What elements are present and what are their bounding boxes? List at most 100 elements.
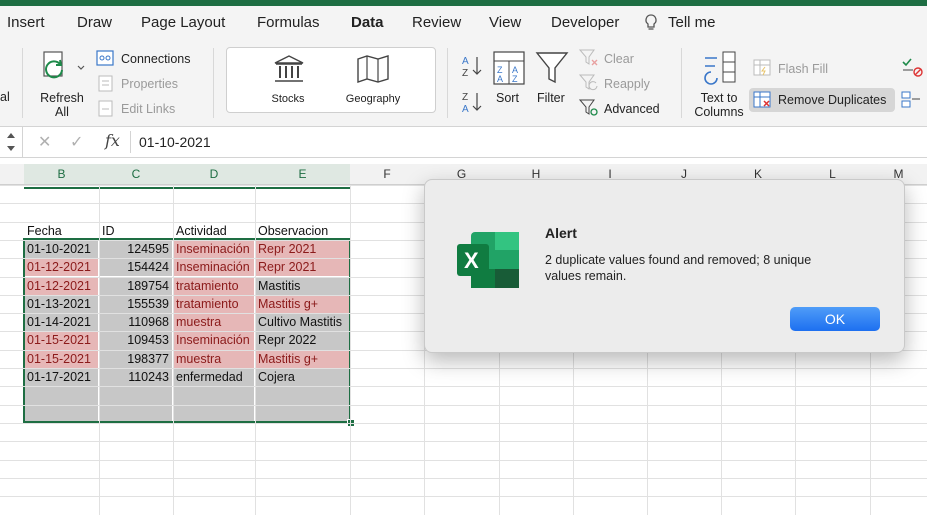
table-cell-id[interactable]: 110968 [99, 314, 172, 332]
table-header-cell[interactable]: Fecha [24, 223, 99, 240]
table-cell-actividad[interactable]: tratamiento [173, 277, 254, 295]
tab-review[interactable]: Review [412, 14, 461, 31]
table-cell-actividad[interactable]: tratamiento [173, 295, 254, 314]
column-header-c[interactable]: C [99, 164, 173, 184]
sort-icon[interactable]: ZAAZ [493, 51, 525, 90]
consolidate-icon[interactable] [901, 90, 923, 115]
table-cell-fecha[interactable]: 01-13-2021 [24, 295, 98, 314]
column-header-b[interactable]: B [24, 164, 99, 184]
table-cell-id[interactable]: 155539 [99, 295, 172, 314]
advanced-button[interactable]: Advanced [604, 102, 660, 116]
stocks-icon[interactable] [273, 54, 305, 89]
flash-fill-icon [753, 59, 773, 82]
sort-az-icon[interactable]: AZ [461, 54, 483, 83]
tab-view[interactable]: View [489, 14, 521, 31]
sort-za-icon[interactable]: ZA [461, 90, 483, 119]
reapply-button[interactable]: Reapply [604, 77, 650, 91]
enter-edit-icon[interactable]: ✓ [70, 132, 83, 152]
remove-duplicates-button[interactable]: Remove Duplicates [749, 88, 895, 112]
empty-selected-cell[interactable] [173, 387, 254, 405]
table-header-cell[interactable]: Observacion [255, 223, 350, 240]
cancel-edit-icon[interactable]: ✕ [38, 132, 51, 152]
empty-selected-cell[interactable] [99, 387, 172, 405]
table-cell-observacion[interactable]: Repr 2022 [255, 332, 349, 350]
table-cell-fecha[interactable]: 01-12-2021 [24, 259, 98, 277]
table-cell-observacion[interactable]: Repr 2021 [255, 259, 349, 277]
tab-insert[interactable]: Insert [7, 14, 45, 31]
table-cell-fecha[interactable]: 01-14-2021 [24, 314, 98, 332]
row-gridline [0, 422, 927, 424]
table-cell-actividad[interactable]: Inseminación [173, 240, 254, 259]
table-header-cell[interactable]: ID [99, 223, 173, 240]
tab-page-layout[interactable]: Page Layout [141, 14, 225, 31]
empty-selected-cell[interactable] [24, 387, 98, 405]
table-cell-actividad[interactable]: muestra [173, 314, 254, 332]
table-cell-fecha[interactable]: 01-15-2021 [24, 332, 98, 350]
column-header-d[interactable]: D [173, 164, 255, 184]
filter-button[interactable]: Filter [537, 91, 565, 105]
text-to-columns-icon[interactable] [701, 50, 737, 91]
tab-formulas[interactable]: Formulas [257, 14, 320, 31]
refresh-all-button-line2[interactable]: All [36, 105, 88, 119]
table-cell-fecha[interactable]: 01-15-2021 [24, 350, 98, 368]
column-header-f[interactable]: F [350, 164, 424, 184]
stocks-button[interactable]: Stocks [257, 93, 319, 105]
row-gridline [0, 459, 927, 461]
table-cell-id[interactable]: 154424 [99, 259, 172, 277]
tell-me-search[interactable]: Tell me [668, 14, 716, 31]
tab-developer[interactable]: Developer [551, 14, 619, 31]
table-cell-observacion[interactable]: Mastitis g+ [255, 295, 349, 314]
table-cell-actividad[interactable]: muestra [173, 350, 254, 368]
properties-button[interactable]: Properties [121, 77, 178, 91]
table-cell-observacion[interactable]: Mastitis [255, 277, 349, 295]
tab-draw[interactable]: Draw [77, 14, 112, 31]
refresh-all-icon[interactable] [40, 50, 86, 91]
name-box-stepper[interactable] [0, 127, 23, 157]
insert-function-button[interactable]: fx [105, 131, 120, 150]
empty-selected-cell[interactable] [255, 405, 349, 423]
excel-app-icon: X [455, 230, 521, 295]
edit-links-button[interactable]: Edit Links [121, 102, 175, 116]
sort-button[interactable]: Sort [496, 91, 519, 105]
ribbon-edge-label: al [0, 90, 10, 104]
text-to-columns-button-line2[interactable]: Columns [690, 105, 748, 119]
filter-icon[interactable] [535, 51, 569, 90]
svg-text:A: A [497, 74, 503, 84]
table-cell-fecha[interactable]: 01-12-2021 [24, 277, 98, 295]
table-cell-observacion[interactable]: Cultivo Mastitis [255, 314, 349, 332]
dialog-title: Alert [545, 225, 577, 241]
ok-button[interactable]: OK [790, 307, 880, 331]
table-cell-actividad[interactable]: Inseminación [173, 332, 254, 350]
table-cell-observacion[interactable]: Mastitis g+ [255, 350, 349, 368]
svg-text:A: A [462, 56, 469, 67]
separator [130, 131, 131, 153]
refresh-all-button[interactable]: Refresh [36, 91, 88, 105]
geography-icon[interactable] [356, 54, 390, 89]
table-cell-actividad[interactable]: Inseminación [173, 259, 254, 277]
table-cell-id[interactable]: 189754 [99, 277, 172, 295]
table-cell-id[interactable]: 124595 [99, 240, 172, 259]
empty-selected-cell[interactable] [24, 405, 98, 423]
formula-input[interactable]: 01-10-2021 [139, 134, 211, 150]
row-gridline [0, 441, 927, 443]
table-cell-fecha[interactable]: 01-17-2021 [24, 369, 98, 387]
tab-data[interactable]: Data [351, 14, 384, 31]
empty-selected-cell[interactable] [255, 387, 349, 405]
table-cell-id[interactable]: 198377 [99, 350, 172, 368]
flash-fill-button[interactable]: Flash Fill [778, 62, 828, 76]
column-header-e[interactable]: E [255, 164, 350, 184]
table-cell-actividad[interactable]: enfermedad [173, 369, 254, 387]
text-to-columns-button[interactable]: Text to [690, 91, 748, 105]
table-cell-observacion[interactable]: Repr 2021 [255, 240, 349, 259]
clear-button[interactable]: Clear [604, 52, 634, 66]
geography-button[interactable]: Geography [335, 93, 411, 105]
table-cell-fecha[interactable]: 01-10-2021 [24, 240, 98, 259]
empty-selected-cell[interactable] [173, 405, 254, 423]
connections-button[interactable]: Connections [121, 52, 191, 66]
table-cell-id[interactable]: 109453 [99, 332, 172, 350]
table-header-cell[interactable]: Actividad [173, 223, 255, 240]
table-cell-id[interactable]: 110243 [99, 369, 172, 387]
table-cell-observacion[interactable]: Cojera [255, 369, 349, 387]
data-validation-icon[interactable] [901, 58, 923, 83]
empty-selected-cell[interactable] [99, 405, 172, 423]
